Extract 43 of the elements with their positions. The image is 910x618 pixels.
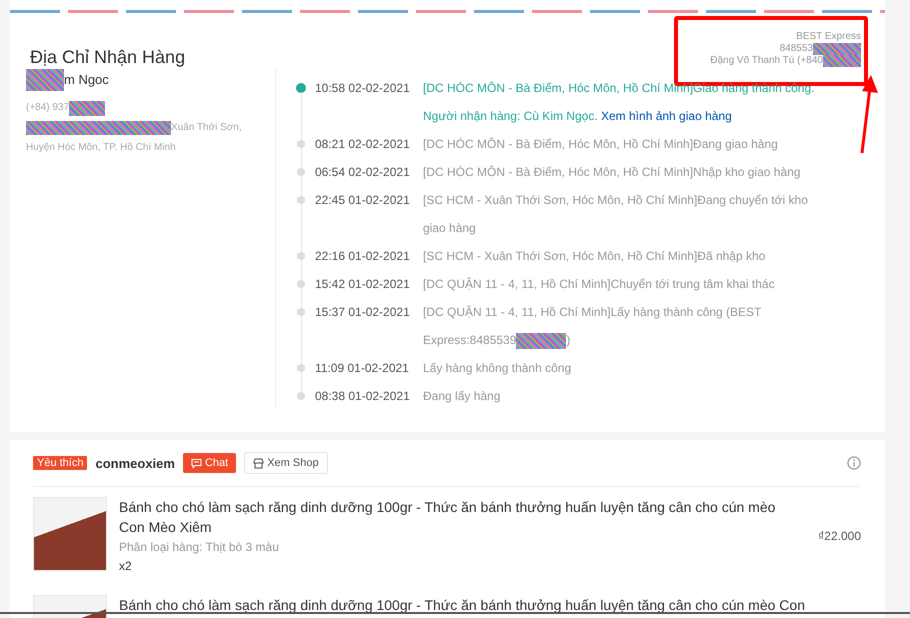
redacted-block xyxy=(813,43,861,55)
address-line: Huyện Hóc Môn, TP. Hồ Chí Minh xyxy=(26,141,176,155)
redacted-block xyxy=(69,100,106,116)
event-description: Lấy hàng không thành công xyxy=(423,360,572,377)
event-time: 15:37 01-02-2021 xyxy=(314,304,411,321)
event-description: [SC HCM - Xuân Thới Sơn, Hóc Môn, Hồ Chí Minh]Đang chuyển tới kho giao hàng xyxy=(423,192,809,237)
recipient-phone: (+84) 937 xyxy=(26,101,70,115)
redacted-block xyxy=(516,332,566,349)
info-icon[interactable] xyxy=(847,456,861,470)
event-time: 11:09 01-02-2021 xyxy=(314,360,410,377)
event-time: 06:54 02-02-2021 xyxy=(314,164,411,181)
redacted-block xyxy=(26,69,64,91)
event-description: Đang lấy hàng xyxy=(423,388,502,405)
event-time: 22:16 01-02-2021 xyxy=(314,248,411,265)
product-title: Bánh cho chó làm sạch răng dinh dưỡng 100gr - Thức ăn bánh thưởng huấn luyện tăng cân cho cún mèo Con Mèo Xiêm xyxy=(119,498,776,537)
event-description: [DC QUẬN 11 - 4, 11, Hồ Chí Minh]Lấy hàng thành công (BEST Express:8485539 ) xyxy=(423,304,762,351)
section-title: Địa Chỉ Nhận Hàng xyxy=(30,47,186,68)
favorite-badge: Yêu thích xyxy=(33,456,88,470)
product-quantity: x2 xyxy=(119,558,133,575)
event-time: 22:45 01-02-2021 xyxy=(314,192,411,209)
event-description: [DC QUẬN 11 - 4, 11, Hồ Chí Minh]Chuyển tới trung tâm khai thác xyxy=(423,276,776,293)
event-time: 10:58 02-02-2021 xyxy=(314,80,411,97)
shipper-info: Đặng Võ Thanh Tú (+840 xyxy=(710,55,823,67)
address-line: Xuân Thới Sơn, xyxy=(171,121,242,135)
shop-icon xyxy=(253,458,264,468)
chat-button[interactable]: Chat xyxy=(182,453,236,473)
redacted-block xyxy=(823,55,861,67)
event-description: [DC HÓC MÔN - Bà Điểm, Hóc Môn, Hồ Chí Minh]Đang giao hàng xyxy=(423,136,779,153)
recipient-name: m Ngoc xyxy=(64,71,109,89)
product-title: Bánh cho chó làm sạch răng dinh dưỡng 100gr - Thức ăn bánh thưởng huấn luyện tăng cân cho cún mèo Con xyxy=(119,596,806,615)
carrier-name: BEST Express xyxy=(796,31,861,43)
event-time: 15:42 01-02-2021 xyxy=(314,276,411,293)
shop-name: conmeoxiem xyxy=(95,456,175,470)
tracking-number: 848553 xyxy=(780,43,813,55)
chat-icon xyxy=(190,458,202,468)
event-description: [SC HCM - Xuân Thới Sơn, Hóc Môn, Hồ Chí Minh]Đã nhập kho xyxy=(423,248,766,265)
event-description: [DC HÓC MÔN - Bà Điểm, Hóc Môn, Hồ Chí Minh]Nhập kho giao hàng xyxy=(423,164,802,181)
product-variation: Phân loại hàng: Thịt bò 3 màu xyxy=(119,539,280,556)
product-price: ₫22.000 xyxy=(818,529,861,543)
event-time: 08:21 02-02-2021 xyxy=(314,136,411,153)
event-time: 08:38 01-02-2021 xyxy=(314,388,411,405)
delivery-photo-link[interactable]: Xem hình ảnh giao hàng xyxy=(601,109,732,123)
view-shop-button[interactable]: Xem Shop xyxy=(244,452,328,474)
